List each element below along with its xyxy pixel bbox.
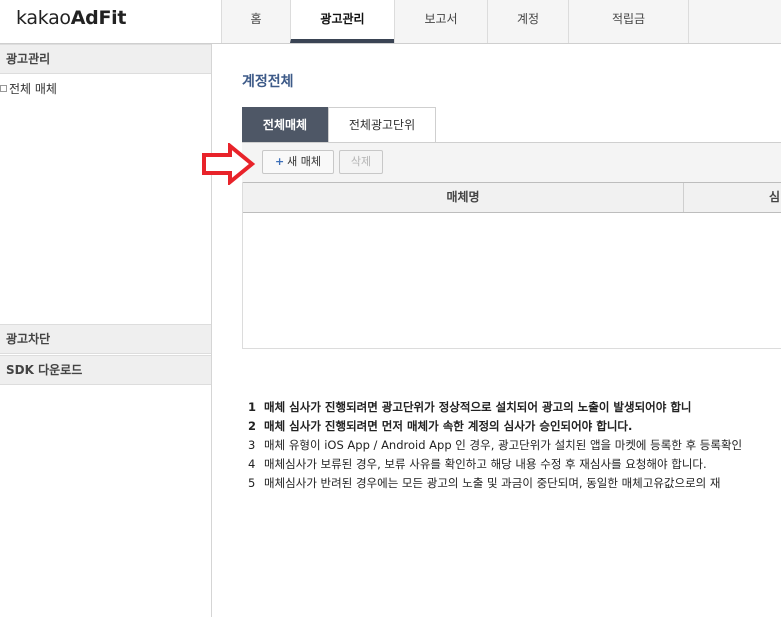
- sidebar-item-ad-management[interactable]: 광고관리: [0, 44, 211, 74]
- notice-item: 2 매체 심사가 진행되려면 먼저 매체가 속한 계정의 심사가 승인되어야 합니…: [248, 419, 633, 433]
- arrow-right-icon: [202, 143, 256, 185]
- tab-all-ad-units[interactable]: 전체광고단위: [328, 107, 436, 142]
- nav-account[interactable]: 계정: [487, 0, 568, 43]
- kakao-adfit-logo[interactable]: kakaoAdFit: [16, 7, 126, 29]
- tree-node-icon: [0, 85, 7, 92]
- page-title: 계정전체: [242, 74, 294, 90]
- media-table: 매체명 심: [242, 182, 781, 349]
- tree-item-all-media[interactable]: 전체 매체: [0, 80, 57, 97]
- nav-reserve[interactable]: 적립금: [568, 0, 688, 43]
- notice-item: 3 매체 유형이 iOS App / Android App 인 경우, 광고단위…: [248, 438, 743, 452]
- nav-home[interactable]: 홈: [221, 0, 290, 43]
- top-header: kakaoAdFit 홈 광고관리 보고서 계정 적립금: [0, 0, 781, 44]
- new-media-button[interactable]: + 새 매체: [262, 150, 334, 174]
- sidebar-item-sdk-download[interactable]: SDK 다운로드: [0, 355, 211, 385]
- column-header-media-name[interactable]: 매체명: [243, 183, 684, 212]
- sidebar-item-ad-block[interactable]: 광고차단: [0, 324, 211, 354]
- nav-filler: [688, 0, 781, 43]
- main-content: 계정전체 전체매체 전체광고단위 + 새 매체 삭제 매체명 심: [212, 44, 781, 617]
- plus-icon: +: [274, 155, 285, 168]
- media-tabs: 전체매체 전체광고단위: [242, 107, 436, 143]
- notice-item: 5 매체심사가 반려된 경우에는 모든 광고의 노출 및 과금이 중단되며, 동일…: [248, 476, 721, 490]
- nav-ad-management[interactable]: 광고관리: [290, 0, 394, 43]
- table-toolbar: + 새 매체 삭제: [242, 142, 781, 182]
- tab-all-media[interactable]: 전체매체: [242, 107, 328, 142]
- logo-prefix: kakao: [16, 7, 71, 29]
- sidebar: 광고관리 전체 매체 광고차단 SDK 다운로드: [0, 44, 212, 617]
- delete-button[interactable]: 삭제: [339, 150, 383, 174]
- notice-item: 1 매체 심사가 진행되려면 광고단위가 정상적으로 설치되어 광고의 노출이 발…: [248, 400, 692, 414]
- notice-list: 1 매체 심사가 진행되려면 광고단위가 정상적으로 설치되어 광고의 노출이 발…: [248, 398, 781, 493]
- logo-brand: AdFit: [70, 7, 127, 29]
- tree-item-label: 전체 매체: [9, 82, 57, 96]
- nav-report[interactable]: 보고서: [394, 0, 487, 43]
- new-media-label: 새 매체: [287, 155, 322, 168]
- table-header: 매체명 심: [243, 182, 781, 213]
- column-header-review[interactable]: 심: [684, 183, 781, 212]
- notice-item: 4 매체심사가 보류된 경우, 보류 사유를 확인하고 해당 내용 수정 후 재심…: [248, 457, 707, 471]
- main-nav: 홈 광고관리 보고서 계정 적립금: [221, 0, 688, 43]
